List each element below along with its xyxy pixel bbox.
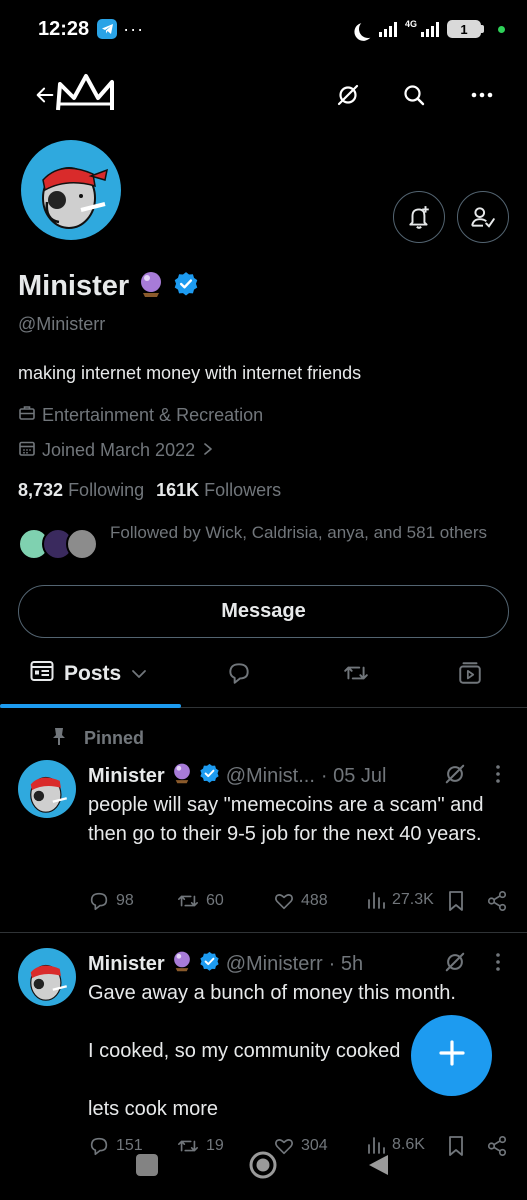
search-icon[interactable]	[399, 80, 429, 110]
recents-icon[interactable]	[136, 1154, 158, 1176]
plus-icon	[437, 1038, 467, 1073]
back-nav-icon[interactable]	[366, 1153, 390, 1177]
post-time: · 05 Jul	[320, 764, 387, 787]
pin-icon	[50, 726, 68, 751]
reply-button[interactable]: 98	[88, 890, 134, 912]
signal-icon-2	[421, 21, 439, 37]
following-status-button[interactable]	[457, 191, 509, 243]
privacy-indicator	[498, 25, 505, 33]
post-more-icon[interactable]	[488, 762, 508, 786]
battery-icon: 1	[447, 20, 484, 38]
grok-icon[interactable]	[441, 948, 469, 976]
following-count: 8,732	[18, 480, 64, 500]
followers-count: 161K	[156, 480, 200, 500]
post-header: Minister @Ministerr · 5h	[88, 950, 363, 978]
profile-category: Entertainment & Recreation	[18, 404, 263, 427]
briefcase-icon	[18, 404, 36, 427]
status-more-dots: ···	[123, 18, 145, 39]
tab-reposts[interactable]	[342, 660, 370, 691]
network-label: 4G	[404, 19, 417, 29]
chevron-right-icon	[201, 440, 215, 461]
status-bar: 12:28 ··· 4G 1	[0, 0, 527, 58]
back-arrow-icon[interactable]	[30, 80, 60, 110]
profile-name: Minister	[18, 270, 130, 302]
post-author-name[interactable]: Minister	[88, 765, 165, 788]
signal-icon	[378, 21, 397, 37]
reply-count: 98	[116, 892, 134, 909]
home-icon[interactable]	[248, 1150, 278, 1180]
share-icon[interactable]	[486, 890, 508, 912]
profile-bio: making internet money with internet frie…	[18, 363, 362, 383]
post-author-name[interactable]: Minister	[88, 953, 165, 976]
post-more-icon[interactable]	[488, 950, 508, 974]
repost-button[interactable]: 60	[176, 890, 224, 912]
repost-count: 60	[206, 892, 224, 909]
grok-icon[interactable]	[441, 760, 469, 788]
verified-badge-icon	[199, 951, 220, 978]
follow-stats: 8,732 Following 161K Followers	[18, 480, 281, 501]
followed-by-text: Followed by Wick, Caldrisia, anya, and 5…	[110, 523, 488, 542]
profile-name-row: Minister	[18, 270, 199, 303]
tab-media[interactable]	[457, 660, 483, 691]
calendar-icon	[18, 439, 36, 462]
post-divider	[0, 932, 527, 933]
like-button[interactable]: 488	[273, 890, 328, 912]
post-actions: 98 60 488 27.3K	[88, 890, 512, 918]
bookmark-icon[interactable]	[446, 890, 466, 912]
following-label: Following	[68, 480, 145, 500]
tab-replies[interactable]	[226, 660, 252, 691]
profile-tabs: Posts	[0, 640, 527, 708]
follower-avatar	[66, 528, 98, 560]
post-text: people will say "memecoins are a scam" a…	[88, 794, 484, 845]
system-nav-bar	[0, 1145, 527, 1185]
grok-icon[interactable]	[333, 80, 363, 110]
status-time: 12:28	[38, 17, 90, 40]
verified-badge-icon	[199, 763, 220, 790]
posts-tab-icon	[30, 660, 54, 688]
battery-level: 1	[447, 20, 481, 38]
post-header: Minister @Minist... · 05 Jul	[88, 762, 386, 790]
active-tab-indicator	[0, 704, 181, 708]
verified-badge-icon	[173, 271, 199, 302]
do-not-disturb-icon	[358, 19, 379, 40]
views-button[interactable]: 27.3K	[366, 890, 434, 910]
followers-link[interactable]: 161K Followers	[156, 480, 281, 501]
more-icon[interactable]	[467, 80, 497, 110]
message-button[interactable]: Message	[18, 585, 509, 638]
followed-by[interactable]: Followed by Wick, Caldrisia, anya, and 5…	[18, 522, 510, 560]
followers-label: Followers	[204, 480, 282, 500]
profile-avatar[interactable]	[17, 136, 125, 244]
post-avatar[interactable]	[18, 760, 76, 818]
post-handle: @Minist...	[225, 764, 315, 787]
pinned-indicator: Pinned	[50, 726, 144, 751]
profile-header	[0, 72, 527, 122]
profile-category-label: Entertainment & Recreation	[42, 405, 264, 425]
pinned-label: Pinned	[84, 728, 145, 748]
view-count: 27.3K	[392, 891, 434, 908]
tab-posts-label: Posts	[64, 662, 122, 685]
following-link[interactable]: 8,732 Following	[18, 480, 144, 501]
crystal-ball-icon	[171, 762, 193, 790]
post-card[interactable]: Minister @Minist... · 05 Jul people will…	[0, 760, 527, 930]
profile-joined-label: Joined March 2022	[42, 440, 196, 460]
compose-post-button[interactable]	[411, 1015, 492, 1096]
like-count: 488	[301, 892, 328, 909]
post-avatar[interactable]	[18, 948, 76, 1006]
telegram-icon	[97, 19, 118, 39]
profile-joined[interactable]: Joined March 2022	[18, 439, 215, 462]
notifications-bell-button[interactable]	[393, 191, 445, 243]
chevron-down-icon	[131, 662, 147, 686]
profile-handle: @Ministerr	[18, 314, 106, 334]
crystal-ball-icon	[171, 950, 193, 978]
tab-posts[interactable]: Posts	[30, 660, 147, 688]
crown-banner-art	[54, 72, 118, 116]
crystal-ball-icon	[137, 270, 165, 303]
follower-avatars	[18, 528, 98, 560]
post-time: · 5h	[328, 952, 364, 975]
post-handle: @Ministerr	[225, 952, 323, 975]
